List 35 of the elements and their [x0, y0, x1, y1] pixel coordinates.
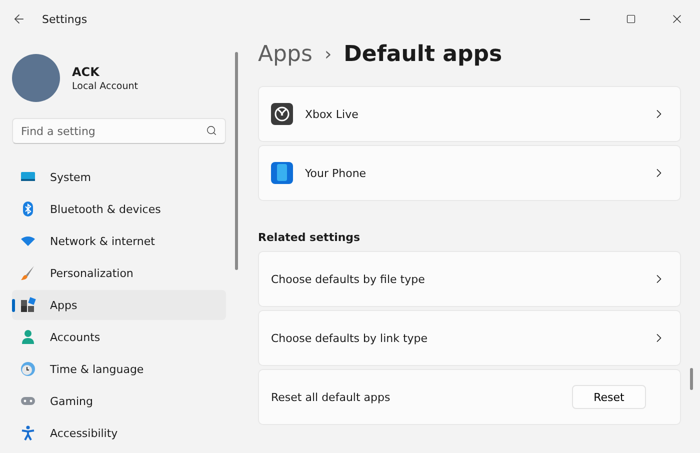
maximize-icon: [626, 14, 636, 24]
person-icon: [20, 329, 36, 345]
accessibility-icon: [20, 425, 36, 441]
search-icon: [206, 125, 217, 136]
nav-item[interactable]: Accounts: [12, 322, 226, 352]
app-card[interactable]: Xbox Live: [258, 86, 681, 142]
breadcrumb-parent[interactable]: Apps: [258, 42, 312, 66]
settings-link-card[interactable]: Choose defaults by link type: [258, 310, 681, 366]
app-card[interactable]: Your Phone: [258, 145, 681, 201]
phone-icon: [271, 162, 293, 184]
avatar-placeholder: [12, 54, 60, 102]
page-title: Default apps: [344, 42, 502, 66]
nav-item[interactable]: System: [12, 162, 226, 192]
bluetooth-icon: [20, 201, 36, 217]
brush-icon: [20, 265, 36, 281]
settings-link-card[interactable]: Choose defaults by file type: [258, 251, 681, 307]
window-title: Settings: [42, 12, 88, 26]
nav-item[interactable]: Network & internet: [12, 226, 226, 256]
minimize-icon: [580, 18, 590, 20]
section-title: Related settings: [258, 231, 362, 244]
breadcrumb-separator: ›: [324, 44, 332, 64]
search-field[interactable]: Find a setting: [12, 118, 226, 144]
back-button[interactable]: [12, 12, 26, 26]
nav-item[interactable]: Accessibility: [12, 418, 226, 448]
reset-button[interactable]: Reset: [572, 385, 646, 409]
nav-item[interactable]: Bluetooth & devices: [12, 194, 226, 224]
nav-item[interactable]: Gaming: [12, 386, 226, 416]
nav-item[interactable]: Personalization: [12, 258, 226, 288]
account-type: Local Account: [72, 80, 138, 92]
clock-icon: [20, 361, 36, 377]
apps-icon: [20, 297, 36, 313]
settings-card: Reset all default apps Reset: [258, 369, 681, 425]
account-name: ACK: [72, 64, 100, 78]
nav-item[interactable]: Time & language: [12, 354, 226, 384]
nav-item[interactable]: Apps: [12, 290, 226, 320]
